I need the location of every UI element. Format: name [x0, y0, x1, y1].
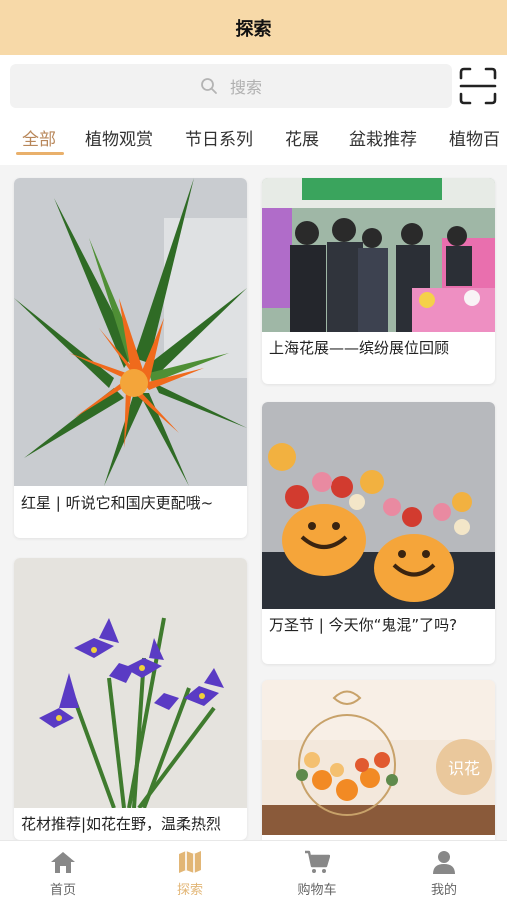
article-card[interactable]: 上海花展——缤纷展位回顾	[262, 178, 495, 384]
bottom-tab-bar: 首页 探索 购物车 我的	[0, 840, 507, 900]
map-icon	[179, 851, 201, 873]
tab-holiday-series[interactable]: 节日系列	[185, 125, 253, 150]
tabbar-explore[interactable]: 探索	[127, 841, 253, 900]
top-header: 探索	[0, 0, 507, 55]
card-title: 花材推荐|如花在野，温柔热烈	[21, 815, 222, 833]
tab-potted-recommend[interactable]: 盆栽推荐	[349, 125, 417, 150]
article-card[interactable]: 红星 | 听说它和国庆更配哦~	[14, 178, 247, 538]
identify-flower-label: 识花	[447, 759, 480, 778]
scan-icon[interactable]	[458, 66, 498, 106]
search-placeholder: 搜索	[229, 78, 262, 97]
card-title: 红星 | 听说它和国庆更配哦~	[21, 494, 214, 512]
page-title: 探索	[235, 18, 272, 40]
category-tabs: 全部 植物观赏 节日系列 花展 盆栽推荐 植物百	[0, 117, 507, 165]
search-bar-row: 搜索	[0, 55, 507, 117]
search-icon	[201, 78, 217, 94]
article-card[interactable]: 花材推荐|如花在野，温柔热烈	[14, 558, 247, 840]
search-input[interactable]: 搜索	[10, 64, 452, 108]
card-image	[14, 178, 247, 486]
card-title: 上海花展——缤纷展位回顾	[269, 339, 450, 357]
user-icon	[433, 851, 455, 874]
card-image	[14, 558, 247, 808]
article-card[interactable]: 万圣节 | 今天你“鬼混”了吗?	[262, 402, 495, 664]
tabbar-label: 探索	[176, 883, 203, 898]
tabbar-cart[interactable]: 购物车	[254, 841, 380, 900]
tab-all[interactable]: 全部	[22, 125, 56, 150]
tabbar-label: 我的	[430, 883, 457, 898]
tabbar-home[interactable]: 首页	[0, 841, 126, 900]
identify-flower-button[interactable]: 识花	[436, 739, 492, 795]
active-tab-indicator	[16, 152, 64, 155]
cart-icon	[305, 850, 330, 873]
tabbar-mine[interactable]: 我的	[381, 841, 507, 900]
card-image	[262, 402, 495, 609]
home-icon	[51, 852, 75, 873]
tab-plant-encyclopedia[interactable]: 植物百	[449, 125, 500, 150]
tab-plant-viewing[interactable]: 植物观赏	[85, 125, 153, 150]
card-image	[262, 178, 495, 332]
tabbar-label: 首页	[49, 883, 76, 898]
tabbar-label: 购物车	[297, 883, 337, 898]
card-title: 万圣节 | 今天你“鬼混”了吗?	[269, 616, 458, 634]
tab-flower-show[interactable]: 花展	[285, 125, 319, 150]
content-feed: 红星 | 听说它和国庆更配哦~ 上海花展——缤纷展位回顾 万圣节 | 今天你“鬼…	[0, 165, 507, 840]
